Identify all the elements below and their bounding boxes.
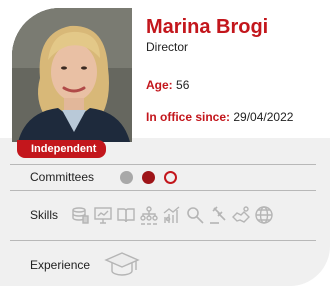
member-photo — [12, 8, 132, 142]
skills-icon-list — [70, 205, 274, 225]
handshake-icon[interactable] — [231, 205, 251, 225]
member-name: Marina Brogi — [146, 16, 269, 38]
graduation-cap-icon[interactable] — [104, 251, 140, 279]
experience-label: Experience — [30, 258, 91, 272]
age-value: 56 — [176, 78, 190, 92]
committee-dot-member[interactable] — [164, 171, 177, 184]
gavel-icon[interactable] — [208, 205, 228, 225]
board-member-card: Marina Brogi Director Age: 56 In office … — [0, 0, 330, 286]
office-since-value: 29/04/2022 — [233, 110, 294, 124]
committees-label: Committees — [30, 170, 95, 184]
book-icon[interactable] — [116, 205, 136, 225]
globe-icon[interactable] — [254, 205, 274, 225]
divider — [10, 164, 316, 165]
committee-dot-inactive[interactable] — [120, 171, 133, 184]
divider — [10, 190, 316, 191]
skills-label: Skills — [30, 208, 59, 222]
age-label: Age: — [146, 78, 173, 92]
organization-icon[interactable] — [139, 205, 159, 225]
independent-badge: Independent — [17, 140, 107, 158]
age-field: Age: 56 — [146, 78, 189, 92]
presentation-icon[interactable] — [93, 205, 113, 225]
divider — [10, 240, 316, 241]
member-role: Director — [146, 40, 189, 54]
office-since-label: In office since: — [146, 110, 231, 124]
committee-dot-chair[interactable] — [142, 171, 155, 184]
magnifier-icon[interactable] — [185, 205, 205, 225]
growth-chart-icon[interactable] — [162, 205, 182, 225]
finance-icon[interactable] — [70, 205, 90, 225]
office-since-field: In office since: 29/04/2022 — [146, 110, 293, 124]
